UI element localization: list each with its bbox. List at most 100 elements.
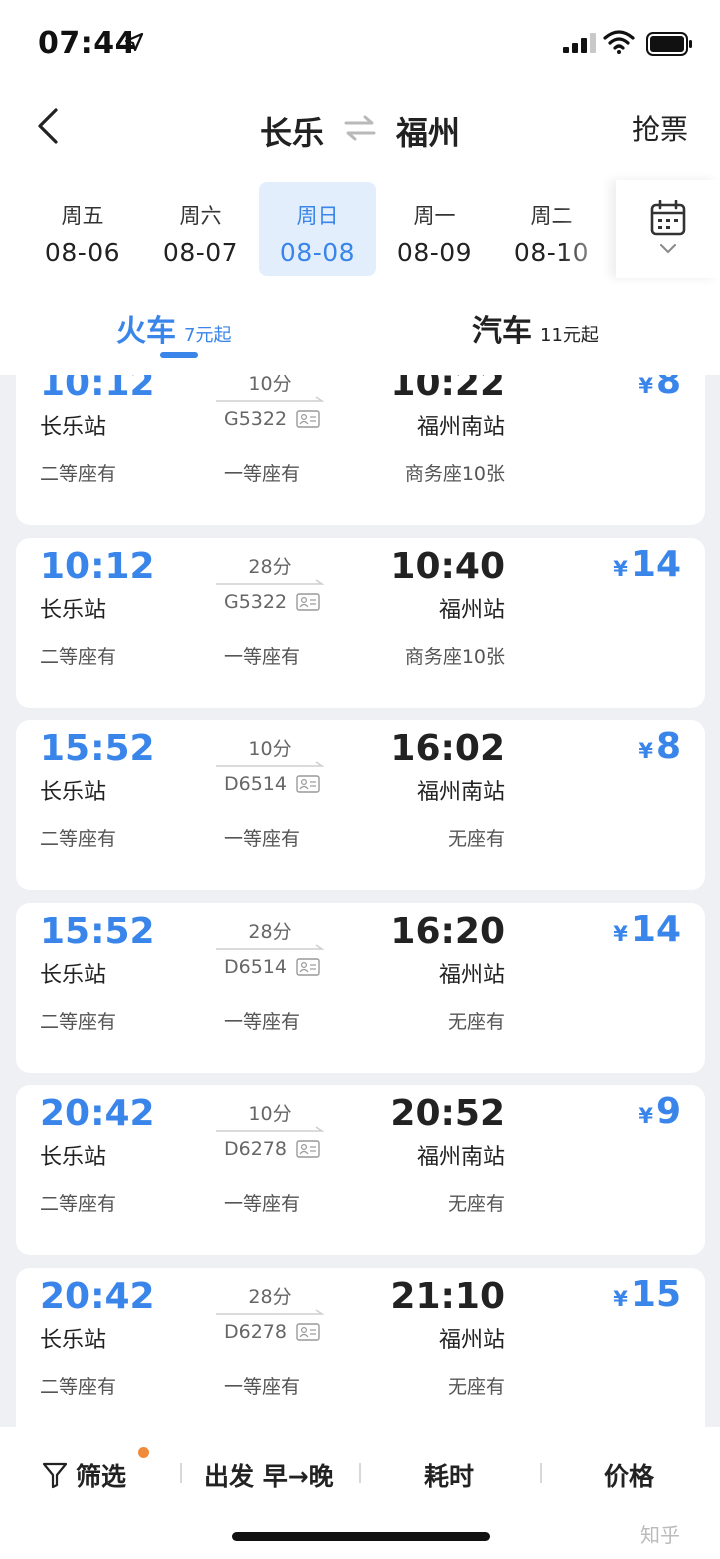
train-number: D6278: [224, 1321, 287, 1343]
tab-bus-price: 11元起: [540, 325, 599, 346]
sort-duration-button[interactable]: 耗时: [424, 1457, 474, 1493]
arrival-station: 福州南站: [416, 1145, 505, 1170]
seat-availability: 一等座有: [224, 1011, 301, 1033]
train-card[interactable]: 15:52 长乐站 28分 D6514 16:20 福州站 ¥14 二等座有 一…: [16, 903, 705, 1073]
duration: 28分: [248, 1286, 292, 1308]
duration: 28分: [248, 921, 292, 943]
departure-station: 长乐站: [40, 780, 107, 805]
weekday-label: 周六: [179, 204, 222, 228]
currency-symbol: ¥: [638, 739, 653, 763]
status-bar: 07:44: [0, 0, 720, 80]
grab-ticket-button[interactable]: 抢票: [632, 108, 688, 148]
seat-availability: 一等座有: [224, 828, 301, 850]
seat-availability: 二等座有: [40, 1011, 117, 1033]
arrival-time: 10:40: [390, 546, 505, 587]
sort-price-button[interactable]: 价格: [604, 1457, 654, 1493]
price-value: 8: [655, 726, 681, 767]
swap-route-icon[interactable]: [344, 114, 376, 142]
seat-availability: 商务座10张: [404, 463, 505, 485]
duration: 28分: [248, 556, 292, 578]
status-time: 07:44: [38, 26, 136, 61]
currency-symbol: ¥: [638, 375, 653, 398]
train-card[interactable]: 10:12 长乐站 10分 G5322 10:22 福州南站 ¥8 二等座有 一…: [16, 375, 705, 525]
train-number: G5322: [224, 408, 288, 430]
divider: [359, 1463, 361, 1483]
date-item-selected[interactable]: 周日 08-08: [259, 182, 376, 276]
date-label: 08-07: [162, 238, 239, 267]
date-label: 08-09: [396, 238, 473, 267]
duration-arrow-icon: [216, 761, 324, 767]
train-list[interactable]: 10:12 长乐站 10分 G5322 10:22 福州南站 ¥8 二等座有 一…: [0, 375, 720, 1427]
departure-time: 10:12: [40, 375, 155, 404]
weekday-label: 周五: [61, 204, 104, 228]
tab-bus[interactable]: 汽车 11元起: [472, 306, 599, 366]
filter-icon[interactable]: [42, 1461, 68, 1489]
seat-availability: 无座有: [447, 1011, 505, 1033]
train-card[interactable]: 15:52 长乐站 10分 D6514 16:02 福州南站 ¥8 二等座有 一…: [16, 720, 705, 890]
train-card[interactable]: 20:42 长乐站 28分 D6278 21:10 福州站 ¥15 二等座有 一…: [16, 1268, 705, 1427]
calendar-icon: [650, 200, 686, 236]
route-to-city[interactable]: 福州: [396, 108, 460, 154]
date-label: 08-08: [279, 238, 356, 267]
arrival-station: 福州站: [438, 598, 505, 623]
id-card-icon: [296, 775, 320, 793]
arrival-station: 福州站: [438, 1328, 505, 1353]
arrival-time: 20:52: [390, 1093, 505, 1134]
arrival-time: 21:10: [390, 1276, 505, 1317]
seat-availability: 二等座有: [40, 463, 117, 485]
duration-arrow-icon: [216, 1309, 324, 1315]
seat-availability: 二等座有: [40, 646, 117, 668]
seat-availability: 一等座有: [224, 646, 301, 668]
price-value: 14: [630, 544, 681, 585]
cellular-signal-icon: [563, 33, 596, 53]
seat-availability: 无座有: [447, 1376, 505, 1398]
duration-arrow-icon: [216, 396, 324, 402]
departure-time: 20:42: [40, 1093, 155, 1134]
currency-symbol: ¥: [613, 1287, 628, 1311]
price-value: 15: [630, 1274, 681, 1315]
train-number: G5322: [224, 591, 288, 613]
location-arrow-icon: [124, 32, 144, 52]
train-card[interactable]: 20:42 长乐站 10分 D6278 20:52 福州南站 ¥9 二等座有 一…: [16, 1085, 705, 1255]
duration: 10分: [248, 738, 292, 760]
calendar-button[interactable]: [616, 180, 720, 278]
ticket-price: ¥8: [638, 726, 681, 767]
train-number: D6514: [224, 773, 287, 795]
date-item[interactable]: 周五 08-06: [24, 182, 141, 276]
divider: [540, 1463, 542, 1483]
bottom-sort-bar: 筛选 出发 早→晚 耗时 价格 知乎: [0, 1427, 720, 1559]
divider: [180, 1463, 182, 1483]
duration: 10分: [248, 375, 292, 395]
train-card[interactable]: 10:12 长乐站 28分 G5322 10:40 福州站 ¥14 二等座有 一…: [16, 538, 705, 708]
chevron-down-icon: [660, 244, 676, 254]
weekday-label: 周一: [413, 204, 456, 228]
filter-notification-dot: [138, 1447, 149, 1458]
arrival-time: 10:22: [390, 375, 505, 404]
duration-arrow-icon: [216, 579, 324, 585]
train-number: D6278: [224, 1138, 287, 1160]
arrival-station: 福州南站: [416, 415, 505, 440]
route-from-city[interactable]: 长乐: [260, 108, 324, 154]
ticket-price: ¥9: [638, 1091, 681, 1132]
currency-symbol: ¥: [638, 1104, 653, 1128]
seat-availability: 无座有: [447, 1193, 505, 1215]
train-number: D6514: [224, 956, 287, 978]
watermark: 知乎: [640, 1523, 680, 1547]
price-value: 9: [655, 1091, 681, 1132]
departure-station: 长乐站: [40, 598, 107, 623]
ticket-price: ¥14: [613, 544, 681, 585]
home-indicator[interactable]: [232, 1532, 490, 1541]
date-item[interactable]: 周一 08-09: [376, 182, 493, 276]
departure-time: 15:52: [40, 728, 155, 769]
departure-station: 长乐站: [40, 1145, 107, 1170]
currency-symbol: ¥: [613, 557, 628, 581]
id-card-icon: [296, 1323, 320, 1341]
wifi-icon: [603, 30, 635, 54]
date-item[interactable]: 周六 08-07: [142, 182, 259, 276]
id-card-icon: [296, 1140, 320, 1158]
sort-departure-button[interactable]: 出发 早→晚: [204, 1457, 334, 1493]
departure-station: 长乐站: [40, 963, 107, 988]
back-button[interactable]: [30, 104, 70, 148]
price-value: 14: [630, 909, 681, 950]
filter-button[interactable]: 筛选: [76, 1457, 126, 1493]
